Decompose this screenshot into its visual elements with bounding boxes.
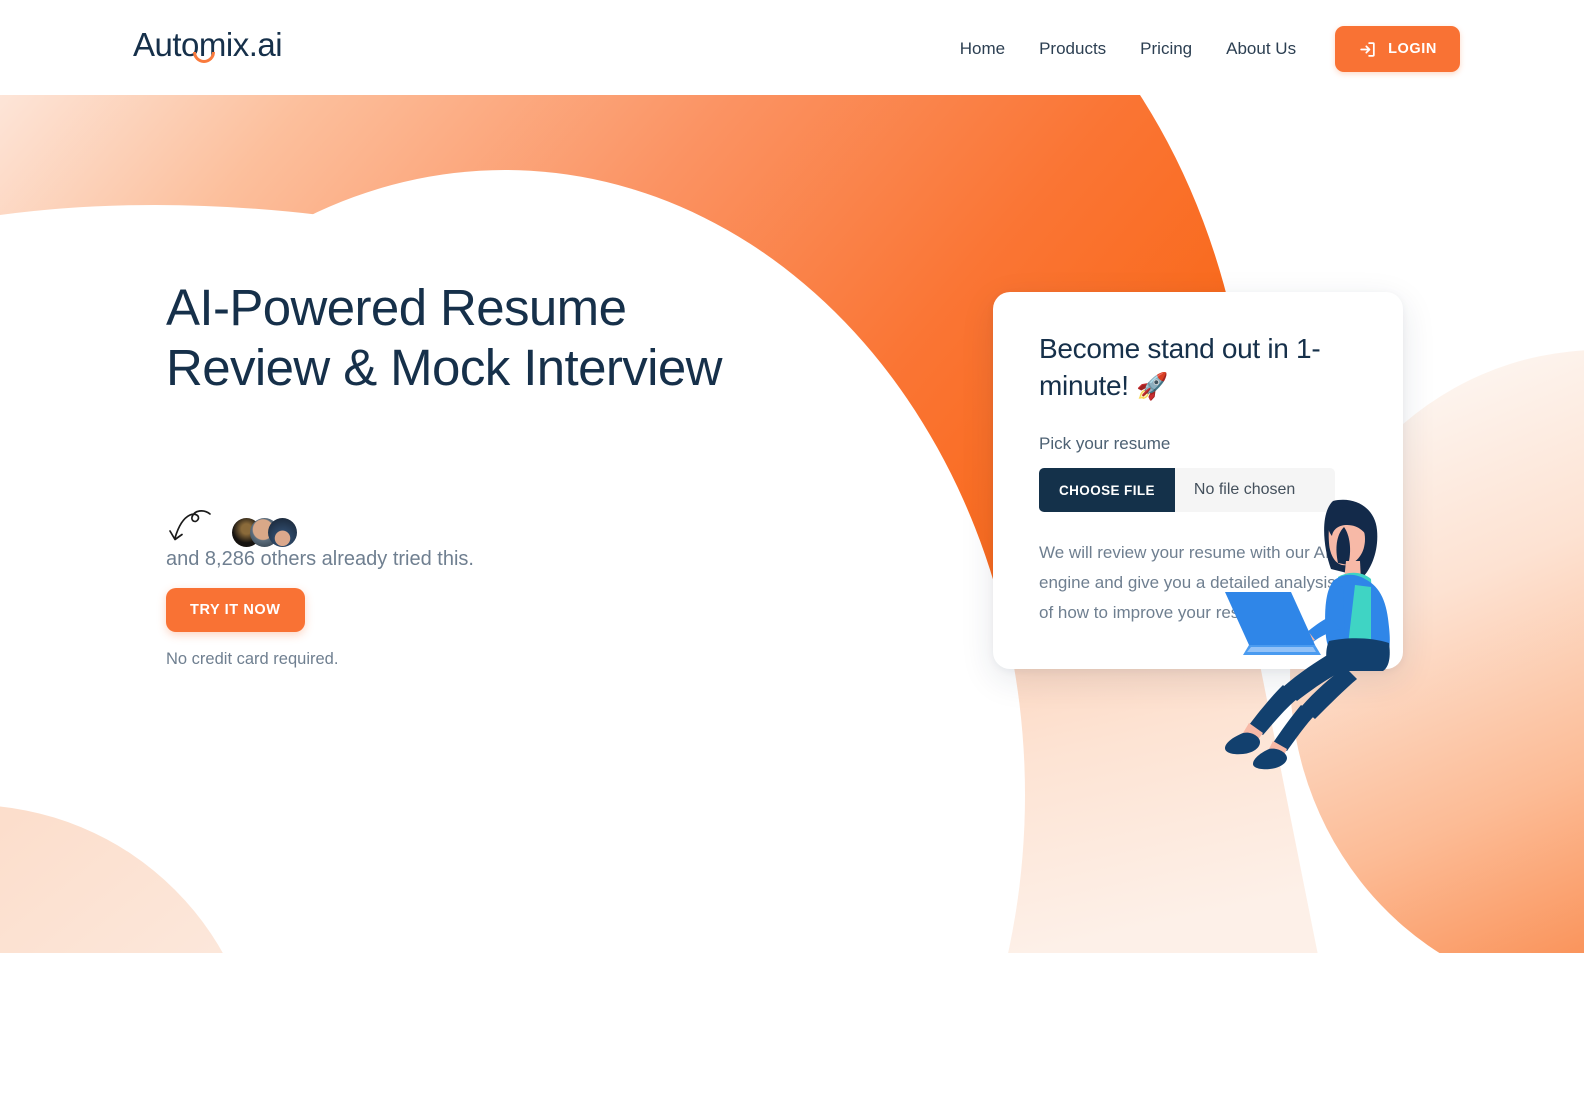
pick-resume-label: Pick your resume (1039, 434, 1171, 453)
card-title: Become stand out in 1-minute! 🚀 (1039, 330, 1361, 405)
sparkles-emoji-icon: ✨ (1277, 603, 1299, 622)
nav-item-pricing[interactable]: Pricing (1123, 26, 1209, 72)
sign-in-icon (1358, 40, 1377, 59)
nav-item-products[interactable]: Products (1022, 26, 1123, 72)
main-nav: Home Products Pricing About Us LOGIN (943, 26, 1460, 72)
file-input[interactable]: CHOOSE FILE No file chosen (1039, 468, 1335, 512)
rocket-emoji-icon: 🚀 (1136, 371, 1169, 401)
nav-item-home[interactable]: Home (943, 26, 1022, 72)
landing-page: Automix.ai Home Products Pricing About U… (0, 0, 1584, 1105)
resume-upload-card: Become stand out in 1-minute! 🚀 Pick you… (993, 292, 1403, 669)
social-proof-text: and 8,286 others already tried this. (166, 548, 474, 570)
site-header: Automix.ai Home Products Pricing About U… (0, 0, 1584, 95)
avatar (268, 517, 297, 547)
curved-arrow-icon (166, 508, 218, 550)
try-it-now-button[interactable]: TRY IT NOW (166, 588, 305, 632)
nav-item-about-us[interactable]: About Us (1209, 26, 1313, 72)
hero-copy: AI-Powered Resume Review & Mock Intervie… (166, 278, 786, 398)
social-proof-row (166, 504, 297, 550)
card-title-text: Become stand out in 1-minute! (1039, 333, 1321, 401)
avatar-group (232, 514, 297, 550)
page-title: AI-Powered Resume Review & Mock Intervie… (166, 279, 722, 396)
login-button[interactable]: LOGIN (1335, 26, 1460, 72)
login-button-label: LOGIN (1388, 41, 1437, 57)
card-description: We will review your resume with our AI e… (1039, 538, 1339, 628)
file-name-status: No file chosen (1174, 468, 1335, 512)
no-credit-card-note: No credit card required. (166, 650, 339, 668)
choose-file-button[interactable]: CHOOSE FILE (1039, 468, 1175, 512)
logo[interactable]: Automix.ai (133, 26, 283, 64)
